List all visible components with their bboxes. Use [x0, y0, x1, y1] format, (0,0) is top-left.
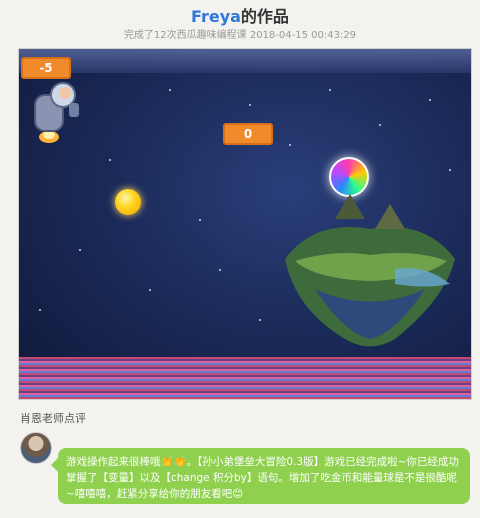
page-header: Freya的作品 完成了12次西瓜趣味编程课 2018-04-15 00:43:… — [0, 0, 480, 44]
teacher-avatar[interactable] — [20, 432, 52, 464]
author-name[interactable]: Freya — [191, 7, 241, 26]
teacher-comment-bubble: 游戏操作起来很棒哦👏👏。【孙小弟堡垒大冒险0.3版】游戏已经完成啦~你已经成功掌… — [51, 448, 470, 504]
page-title: Freya的作品 — [0, 3, 480, 27]
ground-stripes — [19, 357, 471, 399]
title-suffix: 的作品 — [240, 7, 289, 26]
gold-coin-sprite — [115, 189, 141, 215]
rocket-character-sprite — [34, 82, 79, 143]
score-monitor-center: 0 — [223, 123, 273, 145]
game-stage[interactable]: -5 0 — [18, 48, 472, 400]
page-subtitle: 完成了12次西瓜趣味编程课 2018-04-15 00:43:29 — [123, 30, 357, 41]
teacher-review-label: 肖恩老师点评 — [20, 412, 86, 425]
score-monitor-left: -5 — [21, 57, 71, 79]
floating-island-sprite — [285, 194, 455, 347]
